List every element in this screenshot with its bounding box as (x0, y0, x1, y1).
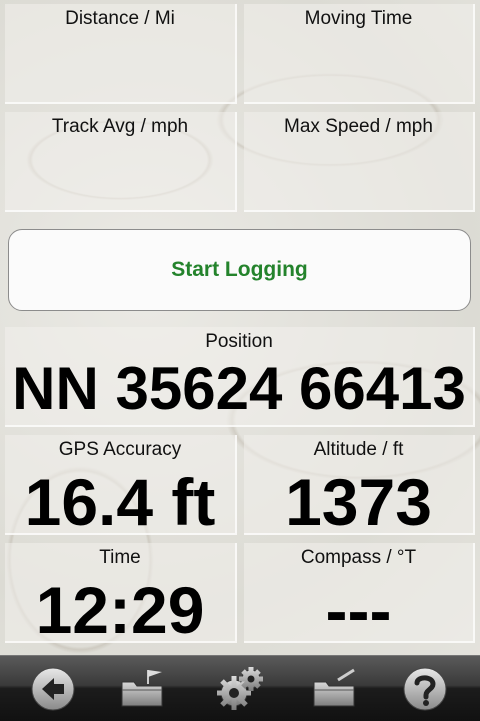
gps-accuracy-value: 16.4 ft (24, 465, 216, 539)
edit-folder-button[interactable] (310, 664, 360, 714)
time-label: Time (99, 547, 141, 568)
moving-time-label: Moving Time (304, 8, 413, 29)
distance-label: Distance / Mi (65, 8, 175, 29)
help-icon (403, 667, 447, 711)
compass-label: Compass / °T (300, 547, 417, 568)
tracks-folder-button[interactable] (118, 664, 168, 714)
gear-icon (217, 667, 263, 710)
position-panel: Position NN 35624 66413 (5, 327, 475, 427)
track-avg-label: Track Avg / mph (51, 116, 189, 137)
start-logging-button[interactable]: Start Logging (8, 229, 471, 311)
moving-time-panel: Moving Time (244, 4, 475, 104)
compass-value: --- (325, 573, 392, 647)
folder-flag-icon (121, 670, 163, 707)
altitude-panel: Altitude / ft 1373 (244, 435, 475, 535)
bottom-toolbar (0, 655, 480, 721)
time-panel: Time 12:29 (5, 543, 237, 643)
compass-panel: Compass / °T --- (244, 543, 475, 643)
position-value: NN 35624 66413 (12, 355, 466, 422)
help-button[interactable] (400, 664, 450, 714)
max-speed-label: Max Speed / mph (284, 116, 433, 137)
track-avg-panel: Track Avg / mph (5, 112, 237, 212)
back-button[interactable] (28, 664, 78, 714)
max-speed-panel: Max Speed / mph (244, 112, 475, 212)
position-label: Position (205, 331, 273, 352)
time-value: 12:29 (35, 573, 205, 647)
folder-edit-icon (313, 668, 355, 707)
gps-accuracy-panel: GPS Accuracy 16.4 ft (5, 435, 237, 535)
gps-accuracy-label: GPS Accuracy (58, 439, 182, 460)
distance-panel: Distance / Mi (5, 4, 237, 104)
altitude-label: Altitude / ft (313, 439, 404, 460)
settings-button[interactable] (214, 664, 264, 714)
back-arrow-icon (31, 667, 75, 711)
altitude-value: 1373 (285, 465, 432, 539)
